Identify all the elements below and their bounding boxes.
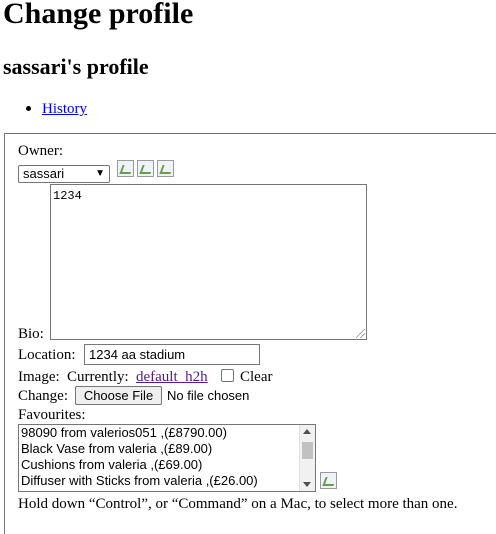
listbox-scrollbar[interactable]	[299, 425, 315, 491]
image-label: Image:	[18, 369, 60, 385]
bio-label: Bio:	[18, 326, 44, 342]
add-icon[interactable]	[137, 160, 154, 177]
owner-select[interactable]: sassari ▼	[18, 165, 110, 183]
view-icon[interactable]	[157, 160, 174, 177]
owner-label: Owner:	[18, 143, 63, 159]
resize-grip-icon[interactable]	[356, 329, 365, 338]
bio-value: 1234	[53, 189, 82, 203]
location-value: 1234 aa stadium	[89, 347, 186, 362]
image-change-label: Change:	[18, 388, 68, 404]
file-status: No file chosen	[167, 388, 250, 403]
favourites-help-text: Hold down “Control”, or “Command” on a M…	[18, 496, 458, 512]
clear-label: Clear	[240, 369, 273, 385]
list-item[interactable]: Diffuser with Sticks from valeria ,(£26.…	[19, 473, 315, 489]
scroll-up-icon[interactable]	[303, 429, 311, 434]
favourites-label: Favourites:	[18, 407, 86, 423]
choose-file-button[interactable]: Choose File	[75, 386, 162, 405]
list-bullet	[26, 106, 31, 111]
clear-image-checkbox[interactable]	[221, 369, 234, 382]
location-input[interactable]: 1234 aa stadium	[84, 344, 260, 365]
history-link[interactable]: History	[42, 99, 87, 119]
scrollbar-thumb[interactable]	[302, 442, 313, 459]
profile-subtitle: sassari's profile	[3, 54, 149, 79]
favourites-listbox[interactable]: 98090 from valerios051 ,(£8790.00) Black…	[18, 424, 316, 492]
page-title: Change profile	[3, 0, 194, 30]
scroll-down-icon[interactable]	[303, 482, 311, 487]
edit-icon[interactable]	[117, 160, 134, 177]
bio-textarea[interactable]: 1234	[50, 184, 367, 340]
location-label: Location:	[18, 347, 76, 363]
list-item[interactable]: 98090 from valerios051 ,(£8790.00)	[19, 425, 315, 441]
current-image-link[interactable]: default_h2h	[136, 368, 208, 386]
image-currently-label: Currently:	[67, 369, 129, 385]
list-item[interactable]: Cushions from valeria ,(£69.00)	[19, 457, 315, 473]
add-favourite-icon[interactable]	[320, 472, 337, 489]
list-item[interactable]: Black Vase from valeria ,(£89.00)	[19, 441, 315, 457]
chevron-down-icon: ▼	[95, 168, 105, 179]
owner-selected-value: sassari	[23, 166, 65, 181]
